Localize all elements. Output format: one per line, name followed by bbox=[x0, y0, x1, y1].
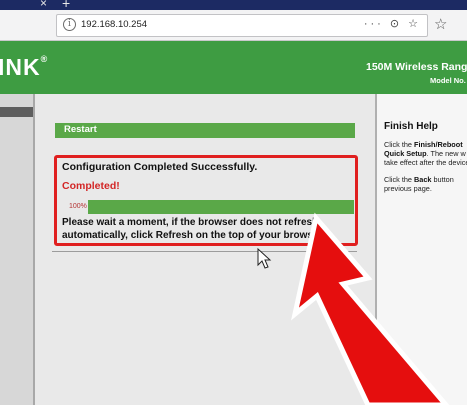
big-red-arrow-icon bbox=[291, 212, 450, 405]
mouse-cursor-icon bbox=[257, 247, 272, 269]
arrow-annotation bbox=[257, 212, 450, 405]
